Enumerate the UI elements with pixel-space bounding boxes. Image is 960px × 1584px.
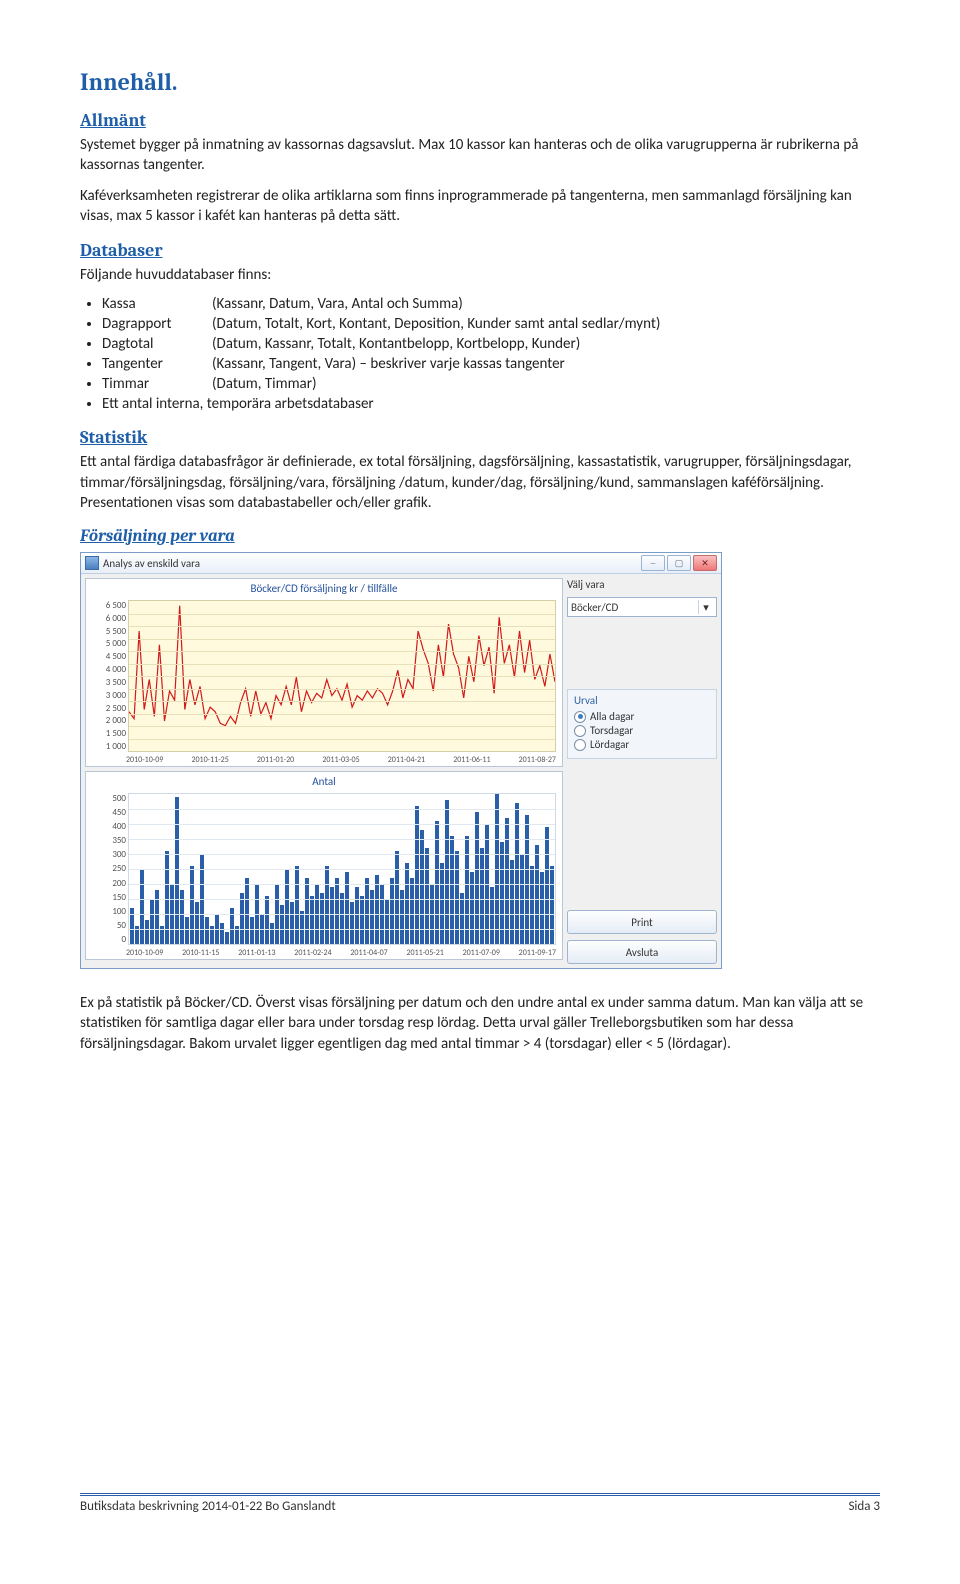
list-item: Dagtotal(Datum, Kassanr, Totalt, Kontant…	[102, 335, 880, 353]
chart-sales: Böcker/CD försäljning kr / tillfälle 6 5…	[85, 578, 563, 767]
maximize-button[interactable]: ▢	[667, 555, 691, 571]
para-footer-text: Ex på statistik på Böcker/CD. Överst vis…	[80, 993, 880, 1054]
radio-lordagar[interactable]: Lördagar	[574, 738, 710, 751]
valj-vara-dropdown[interactable]: Böcker/CD ▾	[567, 597, 717, 617]
heading-statistik: Statistik	[80, 427, 880, 448]
close-button[interactable]: ✕	[693, 555, 717, 571]
window-titlebar: Analys av enskild vara ─ ▢ ✕	[81, 553, 721, 574]
print-button[interactable]: Print	[567, 910, 717, 934]
footer-right: Sida 3	[848, 1499, 880, 1514]
footer-left: Butiksdata beskrivning 2014-01-22 Bo Gan…	[80, 1499, 336, 1514]
chart-sales-title: Böcker/CD försäljning kr / tillfälle	[86, 579, 562, 596]
chart-count-plotarea	[128, 793, 556, 945]
list-item: Kassa(Kassanr, Datum, Vara, Antal och Su…	[102, 295, 880, 313]
chart-sales-xaxis: 2010-10-092010-11-252011-01-202011-03-05…	[126, 755, 556, 765]
list-item: Dagrapport(Datum, Totalt, Kort, Kontant,…	[102, 315, 880, 333]
chart-count: Antal 500450400350300250200150100500 201…	[85, 771, 563, 960]
chart-count-xaxis: 2010-10-092010-11-152011-01-132011-02-24…	[126, 948, 556, 958]
list-item: Ett antal interna, temporära arbetsdatab…	[102, 395, 880, 413]
heading-allmant: Allmänt	[80, 110, 880, 131]
radio-icon	[574, 739, 586, 751]
valj-vara-label: Välj vara	[567, 578, 717, 591]
chart-sales-plotarea	[128, 600, 556, 752]
valj-vara-value: Böcker/CD	[571, 601, 618, 614]
app-icon	[85, 556, 99, 570]
window-title: Analys av enskild vara	[103, 557, 200, 570]
radio-icon	[574, 711, 586, 723]
heading-forsaljning: Försäljning per vara	[80, 527, 880, 546]
chevron-down-icon: ▾	[698, 600, 713, 614]
para-allmant-2: Kaféverksamheten registrerar de olika ar…	[80, 186, 880, 227]
page-footer: Butiksdata beskrivning 2014-01-22 Bo Gan…	[80, 1493, 880, 1514]
database-list: Kassa(Kassanr, Datum, Vara, Antal och Su…	[102, 295, 880, 413]
heading-databaser: Databaser	[80, 240, 880, 261]
para-db-intro: Följande huvuddatabaser finns:	[80, 265, 880, 285]
para-allmant-1: Systemet bygger på inmatning av kassorna…	[80, 135, 880, 176]
para-statistik: Ett antal färdiga databasfrågor är defin…	[80, 452, 880, 513]
radio-torsdagar[interactable]: Torsdagar	[574, 724, 710, 737]
page-title: Innehåll.	[80, 68, 880, 96]
radio-icon	[574, 725, 586, 737]
urval-panel: Urval Alla dagar Torsdagar Lördagar	[567, 689, 717, 759]
chart-count-yaxis: 500450400350300250200150100500	[86, 789, 128, 959]
avsluta-button[interactable]: Avsluta	[567, 940, 717, 964]
minimize-button[interactable]: ─	[641, 555, 665, 571]
radio-alla-dagar[interactable]: Alla dagar	[574, 710, 710, 723]
urval-label: Urval	[574, 694, 710, 707]
chart-sales-yaxis: 6 5006 0005 5005 0004 5004 0003 5003 000…	[86, 596, 128, 766]
list-item: Tangenter(Kassanr, Tangent, Vara) – besk…	[102, 355, 880, 373]
list-item: Timmar(Datum, Timmar)	[102, 375, 880, 393]
analysis-window: Analys av enskild vara ─ ▢ ✕ Böcker/CD f…	[80, 552, 722, 969]
chart-count-title: Antal	[86, 772, 562, 789]
